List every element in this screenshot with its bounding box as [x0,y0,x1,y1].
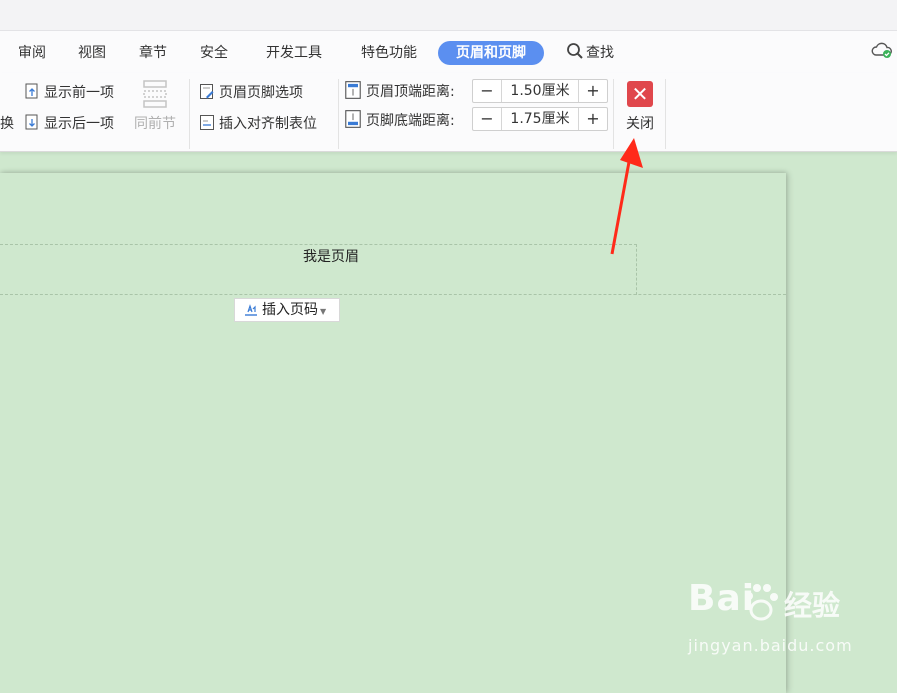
page-number-icon [245,304,257,316]
document-page[interactable]: 我是页眉 插入页码 ▼ [0,173,786,693]
tab-review[interactable]: 审阅 [10,41,54,65]
footer-bottom-distance-stepper[interactable]: − + [472,107,608,131]
ribbon-divider [338,79,339,149]
footer-bottom-decrease-button[interactable]: − [473,108,502,130]
insert-page-number-label: 插入页码 [262,302,318,318]
header-top-decrease-button[interactable]: − [473,80,502,102]
insert-align-tab-button[interactable]: 插入对齐制表位 [199,113,317,135]
ribbon-tab-bar: 审阅 视图 章节 安全 开发工具 特色功能 页眉和页脚 查找 [0,31,897,73]
header-top-distance-input[interactable] [502,80,578,102]
show-previous-label: 显示前一项 [44,85,114,101]
header-top-distance-icon [345,81,361,99]
header-top-increase-button[interactable]: + [578,80,607,102]
tab-header-footer[interactable]: 页眉和页脚 [438,41,544,65]
same-as-previous-label: 同前节 [134,116,176,132]
switch-button-partial[interactable]: 换 [0,113,14,135]
footer-bottom-increase-button[interactable]: + [578,108,607,130]
show-previous-icon [25,83,38,99]
close-icon: ✕ [627,81,653,107]
ribbon-divider [189,79,190,149]
tab-chapter[interactable]: 章节 [131,41,175,65]
watermark-url: jingyan.baidu.com [688,636,853,655]
same-as-previous-icon [143,80,167,108]
paw-logo-icon [745,584,778,621]
search-label: 查找 [586,45,614,61]
show-next-button[interactable]: 显示后一项 [24,113,114,135]
annotation-arrow-icon [610,138,643,255]
tab-security[interactable]: 安全 [192,41,236,65]
header-top-distance-stepper[interactable]: − + [472,79,608,103]
show-previous-button[interactable]: 显示前一项 [24,82,114,104]
footer-bottom-distance-label: 页脚底端距离: [344,109,455,131]
footer-bottom-distance-text: 页脚底端距离: [366,113,455,129]
cloud-sync-icon[interactable] [871,41,893,59]
header-footer-ribbon: 换 显示前一项 显示后一项 同前节 页眉页脚选项 插入对齐制表位 页眉顶端距离:… [0,73,897,152]
title-bar [0,0,897,31]
header-top-distance-text: 页眉顶端距离: [366,84,455,100]
show-next-label: 显示后一项 [44,116,114,132]
ribbon-divider [665,79,666,149]
insert-page-number-button[interactable]: 插入页码 ▼ [234,298,340,322]
header-boundary-line [0,294,786,295]
footer-bottom-distance-icon [345,110,361,128]
baidu-jingyan-watermark: Bai 经验 jingyan.baidu.com [688,578,888,658]
tab-special-features[interactable]: 特色功能 [353,41,425,65]
chevron-down-icon: ▼ [320,307,327,316]
search-icon [567,43,583,59]
close-label: 关闭 [626,116,654,132]
header-text[interactable]: 我是页眉 [303,246,359,266]
header-footer-options-button[interactable]: 页眉页脚选项 [199,82,303,104]
tab-developer-tools[interactable]: 开发工具 [258,41,330,65]
search-tab[interactable]: 查找 [566,41,614,65]
show-next-icon [25,114,38,130]
same-as-previous-button[interactable]: 同前节 [132,79,178,133]
footer-bottom-distance-input[interactable] [502,108,578,130]
header-footer-options-label: 页眉页脚选项 [219,85,303,101]
header-top-distance-label: 页眉顶端距离: [344,80,455,102]
align-tab-icon [200,115,214,130]
watermark-brand-cn: 经验 [784,589,841,622]
insert-align-tab-label: 插入对齐制表位 [219,116,317,132]
page-options-icon [200,84,214,99]
tab-view[interactable]: 视图 [70,41,114,65]
close-header-footer-button[interactable]: ✕ 关闭 [617,79,663,133]
